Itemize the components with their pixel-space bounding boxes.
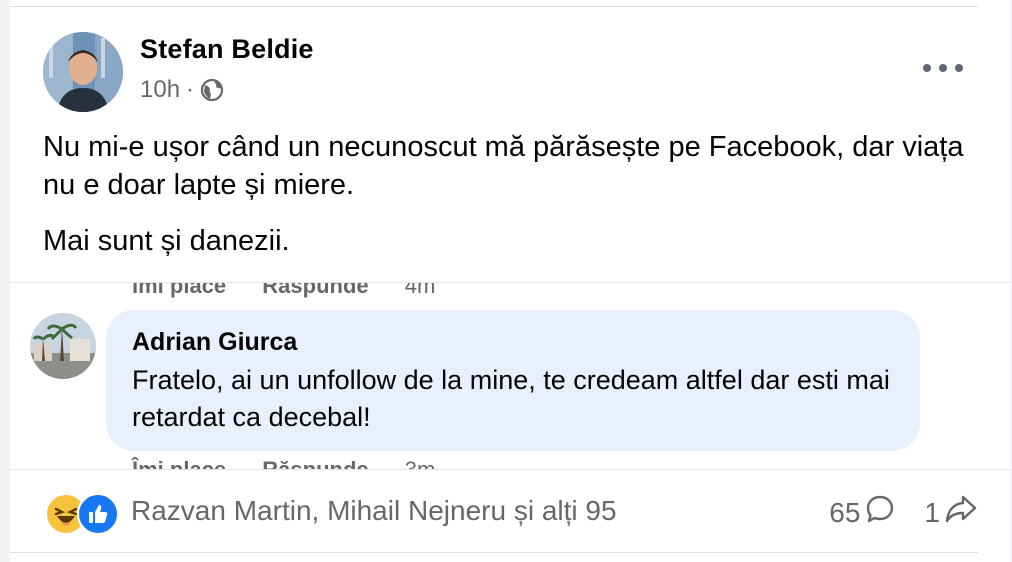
post-card: Stefan Beldie 10h · Nu mi-e ușor când un… — [10, 0, 1010, 562]
divider — [10, 552, 978, 553]
reaction-names[interactable]: Razvan Martin, Mihail Nejneru și alți 95 — [131, 495, 617, 527]
comment-time[interactable]: 3m — [405, 457, 436, 469]
post-text-paragraph: Nu mi-e ușor când un necunoscut mă părăs… — [43, 131, 964, 201]
like-icon — [77, 493, 119, 535]
comment-bubble: Adrian Giurca Fratelo, ai un unfollow de… — [106, 310, 920, 451]
reactions-bar: Razvan Martin, Mihail Nejneru și alți 95… — [10, 485, 978, 541]
comments-section[interactable]: Îmi place Răspunde 4m Adrian Giurca Frat… — [10, 282, 1010, 470]
share-icon — [944, 493, 978, 532]
author-name[interactable]: Stefan Beldie — [140, 34, 314, 65]
like-comment-button[interactable]: Îmi place — [132, 283, 226, 298]
comment-count: 65 — [829, 496, 861, 528]
comment-time[interactable]: 4m — [405, 283, 436, 298]
reply-button[interactable]: Răspunde — [262, 457, 368, 469]
more-options-icon[interactable] — [923, 55, 963, 81]
engagement-counts: 65 1 — [801, 493, 978, 532]
post-time[interactable]: 10h — [140, 76, 180, 104]
like-comment-button[interactable]: Îmi place — [132, 457, 226, 469]
commenter-name[interactable]: Adrian Giurca — [132, 328, 297, 357]
share-count: 1 — [924, 496, 940, 528]
divider — [10, 6, 978, 7]
comment-actions: Îmi place Răspunde 3m — [132, 457, 465, 469]
comments-count-button[interactable]: 65 — [829, 493, 896, 532]
meta-separator: · — [186, 76, 195, 103]
comment-actions: Îmi place Răspunde 4m — [132, 283, 465, 299]
reply-button[interactable]: Răspunde — [262, 283, 368, 298]
post-meta: 10h · — [140, 76, 224, 104]
post-text-paragraph: Mai sunt și danezii. — [43, 225, 290, 257]
comment-text: Fratelo, ai un unfollow de la mine, te c… — [132, 365, 890, 432]
comment-icon — [864, 493, 896, 532]
shares-count-button[interactable]: 1 — [924, 493, 978, 532]
globe-icon[interactable] — [200, 78, 224, 102]
author-avatar[interactable] — [43, 32, 123, 112]
reaction-icons[interactable] — [45, 493, 123, 535]
commenter-avatar[interactable] — [30, 313, 96, 379]
